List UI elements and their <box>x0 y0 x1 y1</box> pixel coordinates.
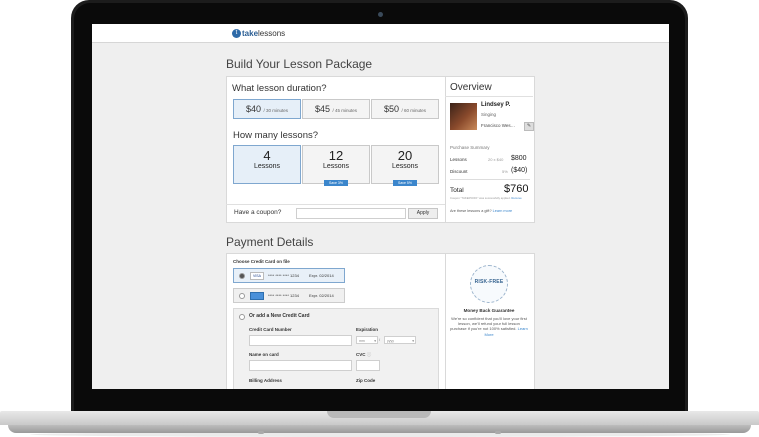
exp-separator: / <box>379 337 381 342</box>
save-badge: Save 3% <box>323 180 348 186</box>
gift-learn-more-link[interactable]: Learn more <box>493 209 512 213</box>
teacher-avatar[interactable] <box>450 103 477 130</box>
duration-option-30[interactable]: $40 / 30 minutes <box>233 99 301 119</box>
summary-discount-label: Discount <box>450 169 468 174</box>
duration-option-60[interactable]: $50 / 60 minutes <box>371 99 439 119</box>
top-bar <box>92 24 669 43</box>
lessons-option-12[interactable]: 12 Lessons Save 3% <box>302 145 370 186</box>
coupon-label: Have a coupon? <box>234 209 282 216</box>
laptop-foot <box>495 431 501 434</box>
divider <box>450 179 530 180</box>
duration-option-45[interactable]: $45 / 45 minutes <box>302 99 370 119</box>
chevron-down-icon: ▾ <box>374 339 376 343</box>
summary-lessons-calc: 20 x $40 <box>488 157 504 162</box>
card-number-label: Credit Card Number <box>249 327 292 332</box>
summary-discount-pct: 5% <box>502 169 508 174</box>
coupon-input[interactable] <box>296 208 406 219</box>
choose-card-label: Choose Credit Card on file <box>233 259 290 264</box>
cvc-input[interactable] <box>356 360 380 371</box>
chevron-down-icon: ▾ <box>412 339 414 343</box>
new-card-radio[interactable] <box>239 314 245 320</box>
total-amount: $760 <box>504 183 529 195</box>
zip-code-label: Zip Code <box>356 378 376 383</box>
coupon-note: Coupon "TAKE05OFF" was successfully appl… <box>450 196 522 200</box>
takelessons-logo[interactable]: takelessons <box>242 29 285 38</box>
saved-card-2[interactable]: **** **** **** 1234 Expr. 02/2014 <box>233 288 345 303</box>
card-masked-number: **** **** **** 1234 <box>268 293 299 298</box>
credit-card-icon <box>250 292 264 300</box>
screen: t takelessons Build Your Lesson Package … <box>92 24 669 389</box>
exp-month-select[interactable]: mm ▾ <box>356 336 378 344</box>
divider <box>445 96 533 97</box>
lessons-option-20[interactable]: 20 Lessons Save 5% <box>371 145 439 186</box>
page-title: Build Your Lesson Package <box>226 57 373 71</box>
payment-title: Payment Details <box>226 235 314 249</box>
card-expiry: Expr. 02/2014 <box>309 293 334 298</box>
purchase-summary-heading: Purchase Summary <box>450 145 490 150</box>
new-card-label: Or add a New Credit Card <box>249 313 310 319</box>
lessons-option-4[interactable]: 4 Lessons <box>233 145 301 184</box>
exp-year-select[interactable]: yyyy ▾ <box>384 336 416 344</box>
laptop-notch <box>327 411 431 418</box>
card-radio[interactable] <box>239 273 245 279</box>
visa-icon: VISA <box>250 272 264 280</box>
remove-coupon-link[interactable]: Remove <box>511 196 521 200</box>
teacher-location: Francisco Wes… <box>481 123 516 128</box>
lessons-heading: How many lessons? <box>233 130 319 141</box>
card-number-input[interactable] <box>249 335 352 346</box>
saved-card-1[interactable]: VISA **** **** **** 1234 Expr. 02/2014 <box>233 268 345 283</box>
save-badge: Save 5% <box>392 180 417 186</box>
summary-discount-amount: ($40) <box>511 167 528 174</box>
expiration-label: Expiration <box>356 327 379 332</box>
cvc-label: CVC ⓘ <box>356 352 372 357</box>
teacher-subject: Singing <box>481 112 497 117</box>
billing-address-label: Billing Address <box>249 378 282 383</box>
takelessons-logo-icon[interactable]: t <box>232 29 241 38</box>
total-label: Total <box>450 187 464 194</box>
divider <box>226 204 445 205</box>
new-card-section <box>233 308 439 389</box>
name-on-card-label: Name on card <box>249 352 279 357</box>
card-radio[interactable] <box>239 293 245 299</box>
risk-free-seal-icon: RISK-FREE <box>470 265 508 303</box>
name-on-card-input[interactable] <box>249 360 352 371</box>
laptop-base-bottom <box>8 425 751 433</box>
guarantee-text: We're so confident that you'll love your… <box>450 316 528 337</box>
overview-title: Overview <box>450 82 492 93</box>
laptop-foot <box>258 431 264 434</box>
summary-lessons-label: Lessons <box>450 157 467 162</box>
camera-icon <box>378 12 383 17</box>
guarantee-title: Money Back Guarantee <box>463 308 515 313</box>
card-expiry: Expr. 02/2014 <box>309 273 334 278</box>
gift-row: Are these lessons a gift? Learn more <box>450 209 513 213</box>
card-masked-number: **** **** **** 1234 <box>268 273 299 278</box>
edit-teacher-icon[interactable]: ✎ <box>524 122 534 131</box>
apply-coupon-button[interactable]: Apply <box>408 208 438 219</box>
duration-heading: What lesson duration? <box>232 83 327 94</box>
teacher-name[interactable]: Lindsey P. <box>481 102 510 108</box>
help-icon[interactable]: ⓘ <box>367 352 372 357</box>
summary-lessons-amount: $800 <box>511 155 527 162</box>
